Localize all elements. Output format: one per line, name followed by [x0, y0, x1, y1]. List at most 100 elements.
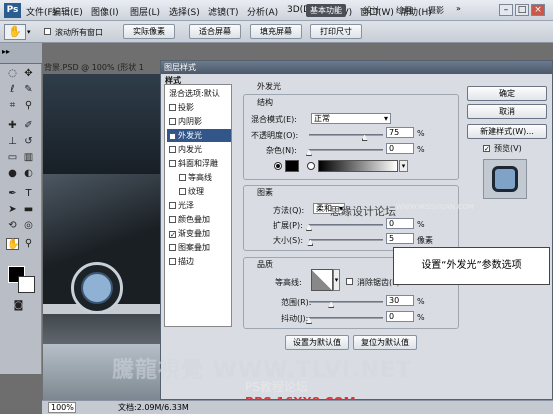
menu-layer[interactable]: 图层(L): [130, 5, 160, 18]
workspace-design[interactable]: 设计: [360, 4, 384, 17]
style-checkbox[interactable]: [169, 244, 176, 251]
style-checkbox[interactable]: [169, 258, 176, 265]
lasso-tool-icon[interactable]: ℓ: [6, 84, 19, 96]
zoom-tool-icon[interactable]: ⚲: [22, 238, 35, 250]
path-select-icon[interactable]: ➤: [6, 204, 19, 216]
preview-checkbox[interactable]: ✓: [483, 143, 492, 153]
noise-slider[interactable]: [309, 149, 383, 151]
style-checkbox[interactable]: [179, 174, 186, 181]
fit-screen-button[interactable]: 适合屏幕: [189, 24, 241, 39]
menu-edit[interactable]: 编辑(E): [52, 5, 83, 18]
cancel-button[interactable]: 取消: [467, 104, 547, 119]
background-color-swatch[interactable]: [18, 276, 35, 293]
type-tool-icon[interactable]: T: [22, 188, 35, 200]
ok-button[interactable]: 确定: [467, 86, 547, 101]
contour-picker[interactable]: [311, 269, 333, 291]
close-icon[interactable]: ×: [531, 4, 545, 16]
3d-orbit-icon[interactable]: ◎: [22, 220, 35, 232]
spread-slider[interactable]: [309, 224, 383, 226]
shape-tool-icon[interactable]: ▬: [22, 204, 35, 216]
workspace-photo[interactable]: 摄影: [424, 4, 448, 17]
blend-mode-select[interactable]: 正常 ▾: [311, 113, 391, 124]
blur-tool-icon[interactable]: ●: [6, 168, 19, 180]
workspace-painting[interactable]: 绘画: [392, 4, 416, 17]
style-list-item[interactable]: 投影: [167, 101, 231, 114]
style-list-item[interactable]: 内阴影: [167, 115, 231, 128]
set-default-button[interactable]: 设置为默认值: [285, 335, 349, 350]
new-style-button[interactable]: 新建样式(W)...: [467, 124, 547, 139]
style-checkbox[interactable]: [169, 216, 176, 223]
fill-screen-button[interactable]: 填充屏幕: [250, 24, 302, 39]
opacity-input[interactable]: 75: [386, 127, 414, 138]
workspace-basic[interactable]: 基本功能: [306, 4, 346, 17]
jitter-slider[interactable]: [309, 317, 383, 319]
minimize-icon[interactable]: –: [499, 4, 513, 16]
spread-input[interactable]: 0: [386, 218, 414, 229]
menu-select[interactable]: 选择(S): [169, 5, 200, 18]
style-checkbox[interactable]: [169, 202, 176, 209]
gradient-radio[interactable]: [307, 162, 315, 170]
hand-tool-icon[interactable]: ✋: [4, 24, 26, 40]
chevron-down-icon[interactable]: ▾: [27, 24, 34, 40]
glow-color-swatch[interactable]: [285, 160, 299, 172]
collapse-icon[interactable]: ▸▸: [2, 47, 10, 56]
style-list-item[interactable]: 纹理: [167, 185, 231, 198]
menu-image[interactable]: 图像(I): [91, 5, 119, 18]
double-chevron-icon[interactable]: »: [456, 4, 461, 13]
style-list-item[interactable]: 等高线: [167, 171, 231, 184]
style-list-item[interactable]: 颜色叠加: [167, 213, 231, 226]
style-checkbox[interactable]: ✓: [169, 133, 176, 141]
3d-rotate-icon[interactable]: ⟲: [6, 220, 19, 232]
eyedropper-tool-icon[interactable]: ⚲: [22, 100, 35, 112]
maximize-icon[interactable]: □: [515, 4, 529, 16]
crop-tool-icon[interactable]: ⌗: [6, 100, 19, 112]
style-list-item[interactable]: ✓ 外发光: [167, 129, 231, 142]
range-input[interactable]: 30: [386, 295, 414, 306]
chevron-down-icon[interactable]: ▾: [399, 160, 408, 172]
quick-mask-icon[interactable]: ◙: [12, 300, 25, 312]
style-list-item[interactable]: 图案叠加: [167, 241, 231, 254]
style-checkbox[interactable]: [169, 146, 176, 153]
style-checkbox[interactable]: [169, 118, 176, 125]
reset-default-button[interactable]: 复位为默认值: [353, 335, 417, 350]
marquee-tool-icon[interactable]: ◌: [6, 68, 19, 80]
healing-brush-icon[interactable]: ✚: [6, 120, 19, 132]
style-checkbox[interactable]: [169, 104, 176, 111]
move-tool-icon[interactable]: ✥: [22, 68, 35, 80]
range-slider[interactable]: [309, 301, 383, 303]
noise-input[interactable]: 0: [386, 143, 414, 154]
print-size-button[interactable]: 打印尺寸: [310, 24, 362, 39]
style-list-item[interactable]: 斜面和浮雕: [167, 157, 231, 170]
style-list-item[interactable]: 光泽: [167, 199, 231, 212]
hand-tool-icon[interactable]: ✋: [6, 238, 19, 250]
style-checkbox[interactable]: [179, 188, 186, 195]
size-slider[interactable]: [309, 239, 383, 241]
gradient-tool-icon[interactable]: ▥: [22, 152, 35, 164]
menu-filter[interactable]: 滤镜(T): [208, 5, 239, 18]
zoom-field[interactable]: 100%: [48, 402, 76, 413]
history-brush-icon[interactable]: ↺: [22, 136, 35, 148]
size-input[interactable]: 5: [386, 233, 414, 244]
pen-tool-icon[interactable]: ✒: [6, 188, 19, 200]
brush-tool-icon[interactable]: ✐: [22, 120, 35, 132]
chevron-down-icon[interactable]: ▾: [333, 269, 340, 291]
quick-select-icon[interactable]: ✎: [22, 84, 35, 96]
glow-gradient-picker[interactable]: [318, 160, 398, 172]
style-checkbox[interactable]: ✓: [169, 231, 176, 239]
actual-pixels-button[interactable]: 实际像素: [123, 24, 175, 39]
solid-color-radio[interactable]: [274, 162, 282, 170]
style-list-item[interactable]: 内发光: [167, 143, 231, 156]
style-list-item[interactable]: 混合选项:默认: [167, 87, 231, 100]
eraser-tool-icon[interactable]: ▭: [6, 152, 19, 164]
dodge-tool-icon[interactable]: ◐: [22, 168, 35, 180]
jitter-input[interactable]: 0: [386, 311, 414, 322]
opacity-slider[interactable]: [309, 134, 383, 136]
clone-stamp-icon[interactable]: ⊥: [6, 136, 19, 148]
style-list-item[interactable]: ✓ 渐变叠加: [167, 227, 231, 240]
scroll-all-checkbox[interactable]: [44, 27, 53, 37]
opacity-label: 不透明度(O):: [251, 131, 299, 140]
menu-analysis[interactable]: 分析(A): [247, 5, 278, 18]
style-checkbox[interactable]: [169, 160, 176, 167]
antialias-checkbox[interactable]: [346, 277, 355, 287]
style-list-item[interactable]: 描边: [167, 255, 231, 268]
